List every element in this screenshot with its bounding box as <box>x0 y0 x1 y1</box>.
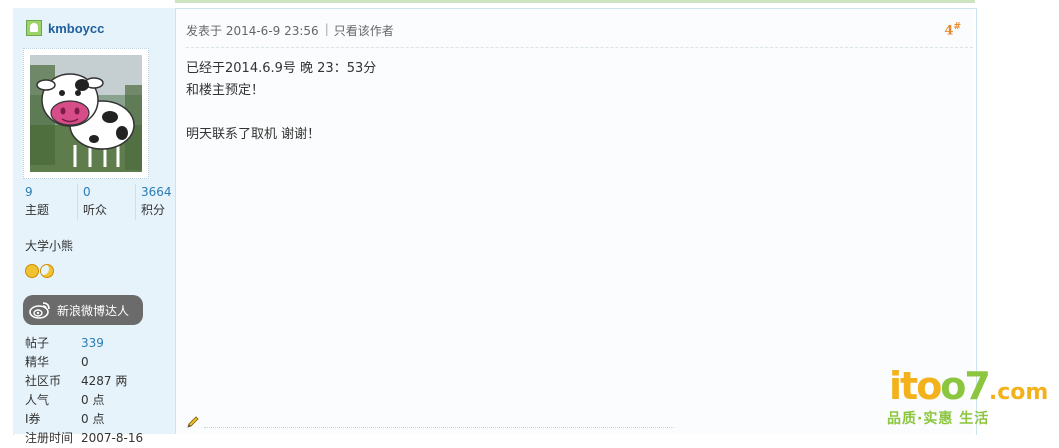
stat-threads-value[interactable]: 9 <box>25 184 77 200</box>
info-label: 帖子 <box>25 336 50 350</box>
info-label: 精华 <box>25 355 50 369</box>
floor-number[interactable]: 4# <box>944 22 961 38</box>
moon-icon <box>40 264 54 278</box>
user-online-icon <box>26 20 42 36</box>
info-label: I券 <box>25 412 41 426</box>
watermark-logo-a: ito <box>889 364 942 408</box>
author-header: kmboycc <box>26 20 104 36</box>
post-content: 已经于2014.6.9号 晚 23：53分 和楼主预定！ 明天联系了取机 谢谢！ <box>186 58 376 146</box>
meta-divider <box>186 47 973 48</box>
post-line <box>186 102 376 124</box>
avatar-frame[interactable] <box>23 48 149 179</box>
post-line: 和楼主预定！ <box>186 83 265 98</box>
sun-icon <box>25 264 39 278</box>
info-popularity: 人气 0 点 <box>25 391 143 410</box>
avatar[interactable] <box>30 55 142 172</box>
info-registered: 注册时间 2007-8-16 <box>25 429 143 448</box>
stat-followers-value[interactable]: 0 <box>83 184 135 200</box>
user-rank-title: 大学小熊 <box>25 239 74 253</box>
pencil-icon[interactable] <box>186 415 200 429</box>
info-label: 人气 <box>25 393 50 407</box>
floor-mark: # <box>953 22 961 32</box>
info-value: 0 点 <box>81 393 105 407</box>
watermark-tagline: 品质·实惠 生活 <box>887 411 990 427</box>
post-line: 已经于2014.6.9号 晚 23：53分 <box>186 61 377 76</box>
author-username[interactable]: kmboycc <box>48 21 104 36</box>
site-watermark: itoo7.com 品质·实惠 生活 <box>884 364 1059 434</box>
stat-followers[interactable]: 0 听众 <box>78 184 136 220</box>
info-posts-value[interactable]: 339 <box>81 334 104 353</box>
post-body: 发表于 2014-6-9 23:56 | 只看该作者 4# 已经于2014.6.… <box>176 9 973 434</box>
info-label: 社区币 <box>25 374 62 388</box>
watermark-logo-c: .com <box>988 380 1049 405</box>
weibo-talent-badge[interactable]: 新浪微博达人 <box>23 295 143 325</box>
info-coins: 社区币 4287 两 <box>25 372 143 391</box>
signature-divider <box>204 427 674 428</box>
weibo-icon <box>29 302 50 319</box>
info-label: 注册时间 <box>25 431 74 445</box>
stat-followers-label: 听众 <box>83 203 108 217</box>
user-stats: 9 主题 0 听众 3664 积分 <box>25 184 193 220</box>
info-value: 0 <box>81 355 89 369</box>
info-digest: 精华 0 <box>25 353 143 372</box>
post-meta: 发表于 2014-6-9 23:56 | 只看该作者 <box>186 22 394 39</box>
user-level-icons <box>25 264 54 278</box>
info-value: 4287 两 <box>81 374 128 388</box>
top-strip <box>175 0 975 3</box>
info-posts: 帖子 339 <box>25 334 143 353</box>
post-timestamp: 发表于 2014-6-9 23:56 <box>186 24 319 38</box>
post-line: 明天联系了取机 谢谢！ <box>186 127 321 142</box>
info-value: 2007-8-16 <box>81 431 144 445</box>
info-vouchers: I券 0 点 <box>25 410 143 429</box>
watermark-logo-b: o7 <box>940 364 991 408</box>
weibo-badge-label: 新浪微博达人 <box>57 303 130 318</box>
meta-separator: | <box>324 22 329 36</box>
stat-threads[interactable]: 9 主题 <box>25 184 78 220</box>
info-value: 0 点 <box>81 412 105 426</box>
user-info-list: 帖子 339 精华 0 社区币 4287 两 人气 0 点 I券 0 点 注册时… <box>25 334 143 448</box>
stat-threads-label: 主题 <box>25 203 50 217</box>
author-sidebar: kmboycc 9 主题 0 听众 3664 积分 大学小熊 新浪微博达人 帖子… <box>13 8 176 445</box>
only-author-link[interactable]: 只看该作者 <box>334 22 394 39</box>
